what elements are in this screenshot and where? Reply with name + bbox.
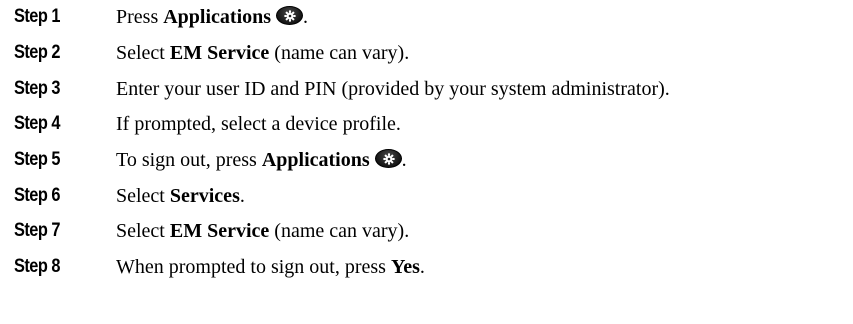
step-keyword: EM Service (169, 220, 270, 242)
step-keyword: Yes (390, 256, 420, 278)
step-text-segment: Select (116, 220, 170, 242)
step-text-segment: Select (116, 42, 170, 64)
step-row: Step 1 Press Applications. (0, 2, 853, 32)
applications-icon (374, 149, 402, 168)
step-label: Step 3 (14, 78, 60, 99)
step-text: Press Applications. (116, 2, 308, 32)
step-text: When prompted to sign out, press Yes. (116, 252, 425, 282)
step-text: To sign out, press Applications. (116, 145, 407, 175)
step-keyword: EM Service (169, 42, 270, 64)
step-text-segment: . (419, 256, 425, 278)
applications-icon (276, 6, 304, 25)
procedure-steps: Step 1 Press Applications. Step 2 Select EM… (0, 0, 853, 324)
step-text-segment: If prompted, select a device profile. (116, 113, 401, 135)
step-label: Step 7 (14, 220, 60, 241)
step-text: Select EM Service (name can vary). (116, 38, 409, 68)
step-row: Step 5 To sign out, press Applications. (0, 145, 853, 175)
step-text-segment: . (303, 6, 309, 28)
step-row: Step 3 Enter your user ID and PIN (provid… (0, 74, 853, 104)
step-label: Step 4 (14, 113, 60, 134)
step-row: Step 2 Select EM Service (name can vary). (0, 38, 853, 68)
step-text-segment: (name can vary). (269, 220, 410, 242)
step-row: Step 8 When prompted to sign out, press Y… (0, 252, 853, 282)
step-text: Select EM Service (name can vary). (116, 216, 409, 246)
step-row: Step 7 Select EM Service (name can vary). (0, 216, 853, 246)
step-row: Step 4 If prompted, select a device profi… (0, 109, 853, 139)
step-text: Enter your user ID and PIN (provided by … (116, 74, 670, 104)
step-label: Step 5 (14, 149, 60, 170)
step-keyword: Applications (163, 6, 272, 28)
step-keyword: Applications (261, 149, 370, 171)
step-text-segment: (name can vary). (269, 42, 410, 64)
step-text-segment: . (401, 149, 407, 171)
step-text: Select Services. (116, 181, 245, 211)
step-text-segment: To sign out, press (116, 149, 262, 171)
step-label: Step 2 (14, 42, 60, 63)
step-label: Step 6 (14, 185, 60, 206)
step-text-segment: Enter your user ID and PIN (provided by … (116, 78, 670, 100)
step-label: Step 1 (14, 6, 60, 27)
step-row: Step 6 Select Services. (0, 181, 853, 211)
step-text-segment: Press (116, 6, 164, 28)
step-text: If prompted, select a device profile. (116, 109, 401, 139)
step-keyword: Services (169, 185, 240, 207)
step-text-segment: Select (116, 185, 170, 207)
step-label: Step 8 (14, 256, 60, 277)
step-text-segment: . (239, 185, 245, 207)
step-text-segment: When prompted to sign out, press (116, 256, 391, 278)
